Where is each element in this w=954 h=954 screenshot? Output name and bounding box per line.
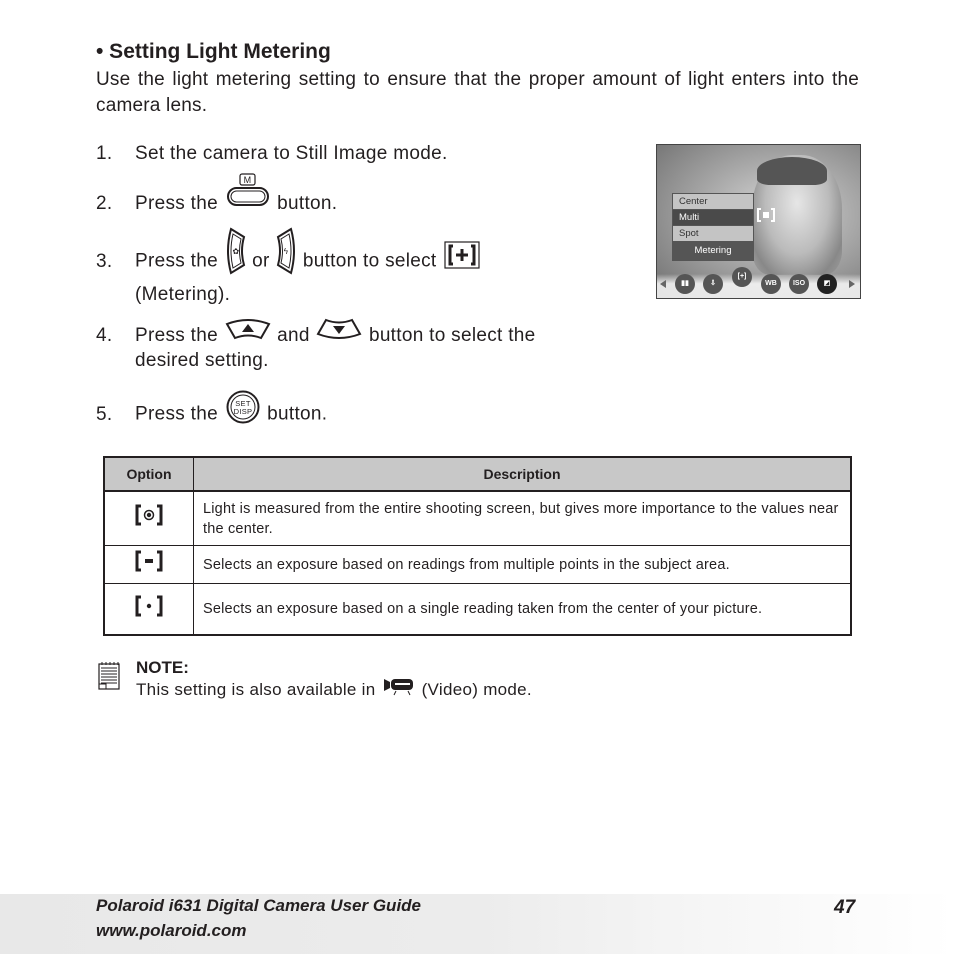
section-heading: • Setting Light Metering	[96, 40, 331, 63]
menu-title: Metering	[694, 245, 732, 256]
svg-text:✿: ✿	[232, 247, 239, 256]
metering-icon	[444, 241, 480, 276]
option-cell	[103, 582, 194, 636]
header-option: Option	[103, 456, 194, 492]
note-text: This setting is also available in (Video…	[136, 679, 532, 701]
step-number: 2.	[96, 193, 113, 214]
option-cell	[103, 490, 194, 546]
footer-title: Polaroid i631 Digital Camera User Guide	[96, 896, 422, 915]
spot-metering-icon	[134, 595, 164, 623]
down-button-icon	[316, 318, 362, 347]
step-continuation: (Metering).	[135, 284, 231, 305]
scene-icon: ▮▮	[675, 274, 695, 294]
center-weighted-icon	[134, 504, 164, 532]
left-arrow-icon	[660, 280, 666, 288]
step-3: 3. Press the ✿ or ϟ button to select (Met…	[96, 227, 480, 307]
intro-paragraph: Use the light metering setting to ensure…	[96, 69, 859, 116]
step-1: 1. Set the camera to Still Image mode.	[96, 141, 448, 166]
right-flash-button-icon: ϟ	[275, 227, 297, 282]
hat	[757, 157, 827, 185]
step-text: Press the	[135, 250, 218, 272]
metering-icon: [+]	[732, 267, 752, 287]
table-row: Selects an exposure based on a single re…	[103, 582, 852, 636]
option-cell	[103, 544, 194, 584]
header-description: Description	[193, 456, 852, 492]
step-text: Set the camera to Still Image mode.	[135, 143, 448, 164]
step-text: button.	[267, 403, 328, 425]
step-text: or	[252, 250, 270, 272]
step-text: and	[277, 325, 310, 346]
step-continuation: desired setting.	[135, 350, 269, 371]
exposure-icon: ◩	[817, 274, 837, 294]
camera-lcd-screenshot: Center Multi Spot Metering ▮▮ ⇩ [+] WB I…	[656, 144, 861, 299]
table-row: Light is measured from the entire shooti…	[103, 490, 852, 546]
table-header-row: Option Description	[103, 456, 852, 492]
menu-item-multi[interactable]: Multi	[673, 210, 753, 225]
note-label: NOTE:	[136, 658, 189, 677]
right-arrow-icon	[849, 280, 855, 288]
multi-metering-icon	[134, 550, 164, 578]
description-cell: Selects an exposure based on a single re…	[193, 582, 852, 636]
quality-icon: ⇩	[703, 274, 723, 294]
step-text: Press the	[135, 193, 218, 214]
step-4: 4. Press the and button to select the des…	[96, 319, 536, 373]
step-number: 1.	[96, 143, 113, 164]
svg-text:ϟ: ϟ	[284, 247, 289, 256]
video-mode-icon	[382, 676, 416, 701]
step-text: Press the	[135, 403, 218, 425]
table-row: Selects an exposure based on readings fr…	[103, 544, 852, 584]
step-5: 5. Press the SET DISP button.	[96, 390, 328, 431]
step-number: 5.	[96, 403, 113, 425]
left-macro-button-icon: ✿	[225, 227, 247, 282]
description-cell: Selects an exposure based on readings fr…	[193, 544, 852, 584]
page-number: 47	[834, 897, 856, 918]
step-number: 4.	[96, 325, 113, 346]
up-button-icon	[225, 318, 271, 347]
menu-item-center[interactable]: Center	[673, 194, 753, 209]
step-text: button to select	[302, 250, 437, 272]
step-number: 3.	[96, 250, 113, 272]
set-disp-button-icon: SET DISP	[226, 390, 260, 431]
step-text: button to select the	[368, 325, 536, 346]
step-2: 2. Press the M button.	[96, 173, 338, 216]
metering-menu: Center Multi Spot Metering	[672, 193, 754, 261]
svg-text:M: M	[243, 175, 251, 185]
menu-button-icon: M	[226, 173, 270, 216]
menu-item-spot[interactable]: Spot	[673, 226, 753, 241]
step-text: Press the	[135, 325, 218, 346]
note-icon	[98, 662, 120, 695]
metering-options-table: Option Description Light is measured fro…	[103, 456, 852, 636]
footer-url[interactable]: www.polaroid.com	[96, 921, 247, 941]
wb-icon: WB	[761, 274, 781, 294]
disp-label: DISP	[233, 407, 252, 416]
step-text: button.	[277, 193, 338, 214]
description-cell: Light is measured from the entire shooti…	[193, 490, 852, 546]
iso-icon: ISO	[789, 274, 809, 294]
multi-metering-indicator-icon	[757, 208, 775, 222]
